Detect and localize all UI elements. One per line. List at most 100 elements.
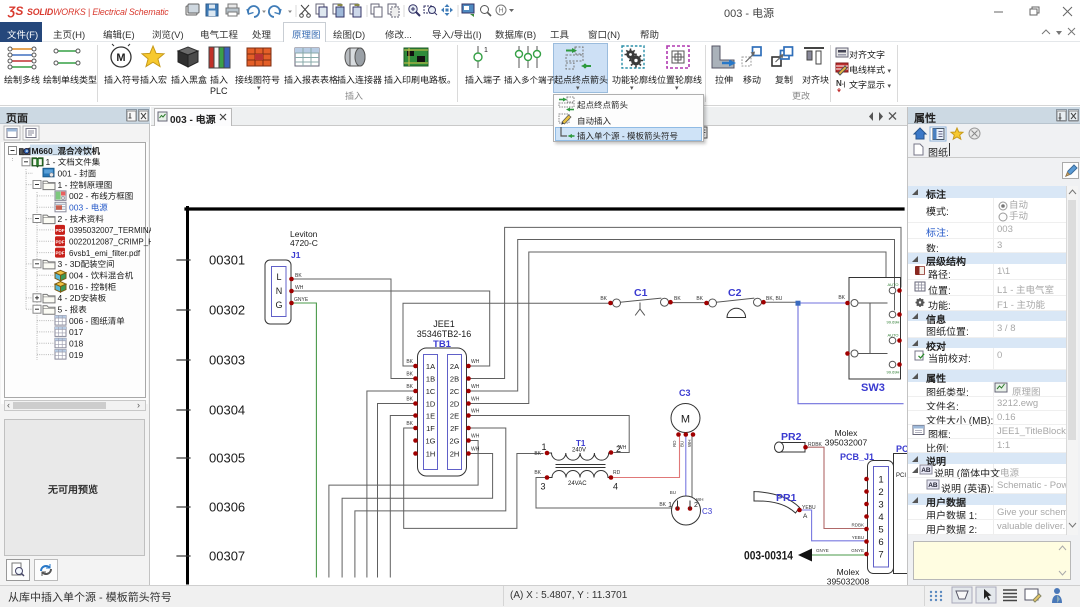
svg-text:003 - 电源: 003 - 电源 xyxy=(69,203,108,213)
svg-text:3: 3 xyxy=(878,500,883,511)
svg-text:00307: 00307 xyxy=(209,549,245,564)
svg-text:7: 7 xyxy=(878,550,883,561)
svg-text:H: H xyxy=(498,8,503,15)
svg-text:019: 019 xyxy=(69,350,83,360)
svg-text:A: A xyxy=(803,513,808,520)
svg-text:1 - 控制原理图: 1 - 控制原理图 xyxy=(58,180,113,190)
svg-text:GNYE: GNYE xyxy=(816,548,829,553)
svg-text:5: 5 xyxy=(878,525,883,536)
svg-text:017: 017 xyxy=(69,327,83,337)
svg-text:6vsb1_emi_filter.pdf: 6vsb1_emi_filter.pdf xyxy=(69,249,141,258)
svg-text:BU: BU xyxy=(680,441,685,447)
svg-text:N: N xyxy=(276,286,283,296)
svg-text:240V: 240V xyxy=(572,448,586,454)
svg-text:BK: BK xyxy=(534,470,541,476)
svg-text:2 - 技术资料: 2 - 技术资料 xyxy=(58,214,105,224)
svg-text:WH: WH xyxy=(696,497,704,502)
svg-text:C3: C3 xyxy=(702,507,713,516)
svg-text:003-00314: 003-00314 xyxy=(744,551,794,563)
svg-text:BK: BK xyxy=(659,502,666,508)
svg-text:1G: 1G xyxy=(425,437,435,446)
svg-text:C2: C2 xyxy=(728,287,742,299)
svg-text:SW3: SW3 xyxy=(861,382,885,394)
svg-text:BK: BK xyxy=(295,273,302,279)
svg-text:1B: 1B xyxy=(426,375,435,384)
svg-text:BK: BK xyxy=(406,397,413,403)
svg-text:M: M xyxy=(681,414,690,426)
svg-text:004 - 饮料混合机: 004 - 饮料混合机 xyxy=(69,271,134,281)
svg-text:2C: 2C xyxy=(450,387,460,396)
svg-text:N-|: N-| xyxy=(836,79,846,88)
svg-text:YEBU: YEBU xyxy=(852,535,864,540)
svg-text:018: 018 xyxy=(69,339,83,349)
svg-text:4: 4 xyxy=(613,482,618,492)
svg-text:00306: 00306 xyxy=(209,500,245,515)
svg-text:WH: WH xyxy=(471,434,480,440)
svg-text:2D: 2D xyxy=(450,400,460,409)
svg-text:WH: WH xyxy=(471,384,480,390)
svg-text:J1: J1 xyxy=(291,250,301,260)
svg-text:AB: AB xyxy=(921,467,931,474)
svg-text:BK: BK xyxy=(674,296,681,302)
svg-text:WH: WH xyxy=(471,397,480,403)
svg-text:2H: 2H xyxy=(450,450,460,459)
svg-text:Molex: Molex xyxy=(835,428,858,438)
svg-text:BK: BK xyxy=(534,451,541,457)
svg-text:PR2: PR2 xyxy=(781,431,802,443)
svg-text:1H: 1H xyxy=(426,450,436,459)
svg-text:RDBK: RDBK xyxy=(808,442,823,448)
svg-text:1 - 文档文件集: 1 - 文档文件集 xyxy=(46,157,101,167)
svg-text:2B: 2B xyxy=(450,375,459,384)
svg-text:PC: PC xyxy=(896,444,907,454)
svg-text:AUTO: AUTO xyxy=(887,333,898,338)
svg-text:00304: 00304 xyxy=(209,403,245,418)
svg-text:1: 1 xyxy=(878,475,883,486)
svg-text:2G: 2G xyxy=(449,437,459,446)
svg-text:BU: BU xyxy=(670,490,676,495)
svg-text:4: 4 xyxy=(878,512,883,523)
svg-text:006 - 图纸清单: 006 - 图纸清单 xyxy=(69,316,125,326)
svg-text:RD: RD xyxy=(672,440,677,447)
svg-text:1C: 1C xyxy=(426,387,436,396)
svg-text:6: 6 xyxy=(878,537,883,548)
svg-text:99.69H: 99.69H xyxy=(887,320,900,325)
svg-text:WH: WH xyxy=(295,285,304,291)
svg-text:JEE1: JEE1 xyxy=(433,319,455,329)
svg-text:WH: WH xyxy=(471,447,480,453)
svg-text:M: M xyxy=(116,52,125,64)
svg-text:2E: 2E xyxy=(450,412,459,421)
svg-text:WH: WH xyxy=(471,409,480,415)
svg-text:PCI: PCI xyxy=(896,473,906,479)
svg-text:BK: BK xyxy=(600,296,607,302)
svg-text:BK: BK xyxy=(406,372,413,378)
svg-text:Molex: Molex xyxy=(837,567,860,577)
svg-text:BK: BK xyxy=(838,295,845,301)
svg-text:AUTO: AUTO xyxy=(887,282,898,287)
svg-text:2F: 2F xyxy=(450,424,459,433)
svg-text:AB: AB xyxy=(928,482,938,489)
svg-text:2: 2 xyxy=(694,502,698,509)
svg-text:WH: WH xyxy=(618,445,627,451)
svg-text:BK: BK xyxy=(696,296,703,302)
svg-text:2A: 2A xyxy=(450,362,459,371)
svg-text:395032008: 395032008 xyxy=(827,577,870,586)
svg-text:1: 1 xyxy=(668,502,672,509)
svg-text:001 - 封面: 001 - 封面 xyxy=(58,169,97,179)
svg-text:395032007: 395032007 xyxy=(825,438,868,448)
svg-text:C1: C1 xyxy=(634,287,648,299)
svg-text:WH: WH xyxy=(471,359,480,365)
svg-text:016 - 控制柜: 016 - 控制柜 xyxy=(69,282,117,292)
svg-text:00303: 00303 xyxy=(209,353,245,368)
svg-text:0022012087_CRIMP_H: 0022012087_CRIMP_H xyxy=(69,238,154,247)
svg-text:5 - 报表: 5 - 报表 xyxy=(58,305,88,315)
svg-text:1: 1 xyxy=(484,47,488,54)
svg-text:24VAC: 24VAC xyxy=(568,481,587,487)
svg-text:G: G xyxy=(275,300,282,310)
svg-text:WH: WH xyxy=(687,440,692,448)
svg-text:3: 3 xyxy=(540,482,545,492)
svg-text:GNYE: GNYE xyxy=(851,548,864,553)
svg-text:C3: C3 xyxy=(679,388,691,398)
svg-text:3 - 3D配装空间: 3 - 3D配装空间 xyxy=(58,259,115,269)
svg-text:BK: BK xyxy=(406,384,413,390)
svg-text:99.69H: 99.69H xyxy=(887,370,900,375)
